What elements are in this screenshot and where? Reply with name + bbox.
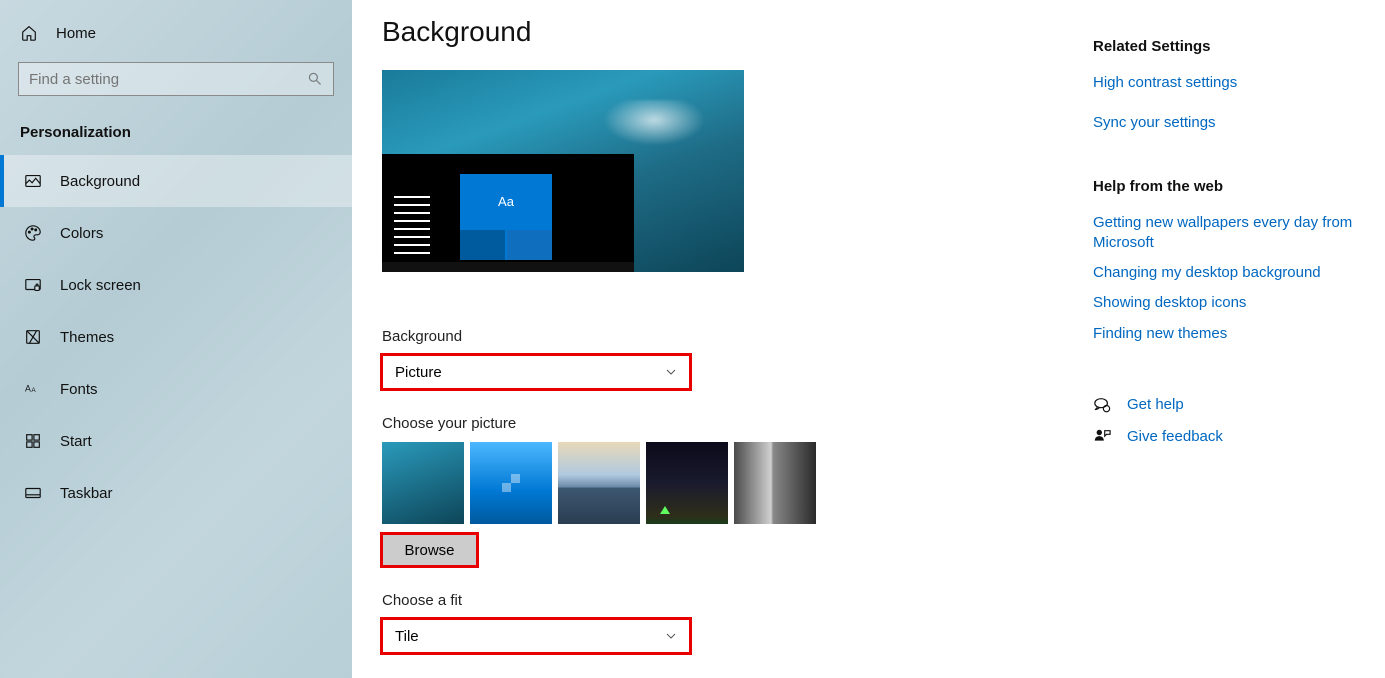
nav-themes[interactable]: Themes: [0, 311, 352, 363]
preview-tile-text: Aa: [498, 194, 514, 209]
background-label: Background: [382, 328, 1093, 345]
nav-lockscreen[interactable]: Lock screen: [0, 259, 352, 311]
link-new-themes[interactable]: Finding new themes: [1093, 324, 1355, 344]
lockscreen-icon: [24, 276, 42, 294]
give-feedback-link[interactable]: Give feedback: [1127, 428, 1223, 445]
home-label: Home: [56, 25, 96, 42]
related-settings-title: Related Settings: [1093, 38, 1355, 55]
choose-picture-label: Choose your picture: [382, 415, 1093, 432]
home-link[interactable]: Home: [0, 16, 352, 54]
fit-dropdown[interactable]: Tile: [382, 619, 690, 653]
svg-text:A: A: [31, 387, 36, 394]
sidebar: Home Personalization Background Colors L…: [0, 0, 352, 678]
main: Background Aa Background Picture Choose …: [352, 0, 1385, 678]
picture-thumb-1[interactable]: [470, 442, 552, 524]
link-change-bg[interactable]: Changing my desktop background: [1093, 263, 1355, 283]
search-icon: [307, 71, 323, 87]
give-feedback-row[interactable]: Give feedback: [1093, 428, 1355, 446]
dropdown-value: Picture: [395, 364, 442, 381]
nav-taskbar[interactable]: Taskbar: [0, 467, 352, 519]
nav-label: Themes: [60, 329, 114, 346]
picture-thumb-4[interactable]: [734, 442, 816, 524]
picture-icon: [24, 172, 42, 190]
page-title: Background: [382, 16, 1093, 48]
search-box[interactable]: [18, 62, 334, 96]
help-title: Help from the web: [1093, 178, 1355, 195]
section-title: Personalization: [0, 96, 352, 155]
nav-start[interactable]: Start: [0, 415, 352, 467]
taskbar-icon: [24, 484, 42, 502]
feedback-icon: [1093, 428, 1111, 446]
picture-thumb-0[interactable]: [382, 442, 464, 524]
nav-label: Start: [60, 433, 92, 450]
nav-background[interactable]: Background: [0, 155, 352, 207]
home-icon: [20, 24, 38, 42]
search-input[interactable]: [29, 71, 307, 88]
nav-label: Background: [60, 173, 140, 190]
browse-button[interactable]: Browse: [382, 534, 477, 566]
nav-label: Fonts: [60, 381, 98, 398]
nav-label: Taskbar: [60, 485, 113, 502]
nav-label: Colors: [60, 225, 103, 242]
help-icon: [1093, 396, 1111, 414]
nav-fonts[interactable]: AA Fonts: [0, 363, 352, 415]
themes-icon: [24, 328, 42, 346]
picture-thumbnails: [382, 442, 1093, 524]
link-high-contrast[interactable]: High contrast settings: [1093, 73, 1355, 93]
nav-label: Lock screen: [60, 277, 141, 294]
fonts-icon: AA: [24, 380, 42, 398]
nav-colors[interactable]: Colors: [0, 207, 352, 259]
chevron-down-icon: [665, 630, 677, 642]
link-desktop-icons[interactable]: Showing desktop icons: [1093, 293, 1355, 313]
chevron-down-icon: [665, 366, 677, 378]
get-help-link[interactable]: Get help: [1127, 396, 1184, 413]
desktop-preview: Aa: [382, 70, 744, 272]
choose-fit-label: Choose a fit: [382, 592, 1093, 609]
background-dropdown[interactable]: Picture: [382, 355, 690, 389]
start-icon: [24, 432, 42, 450]
picture-thumb-2[interactable]: [558, 442, 640, 524]
get-help-row[interactable]: Get help: [1093, 396, 1355, 414]
dropdown-value: Tile: [395, 628, 419, 645]
picture-thumb-3[interactable]: [646, 442, 728, 524]
right-column: Related Settings High contrast settings …: [1093, 16, 1355, 678]
link-sync-settings[interactable]: Sync your settings: [1093, 113, 1355, 133]
content: Background Aa Background Picture Choose …: [382, 16, 1093, 678]
link-wallpapers[interactable]: Getting new wallpapers every day from Mi…: [1093, 213, 1355, 254]
svg-text:A: A: [25, 383, 31, 393]
palette-icon: [24, 224, 42, 242]
